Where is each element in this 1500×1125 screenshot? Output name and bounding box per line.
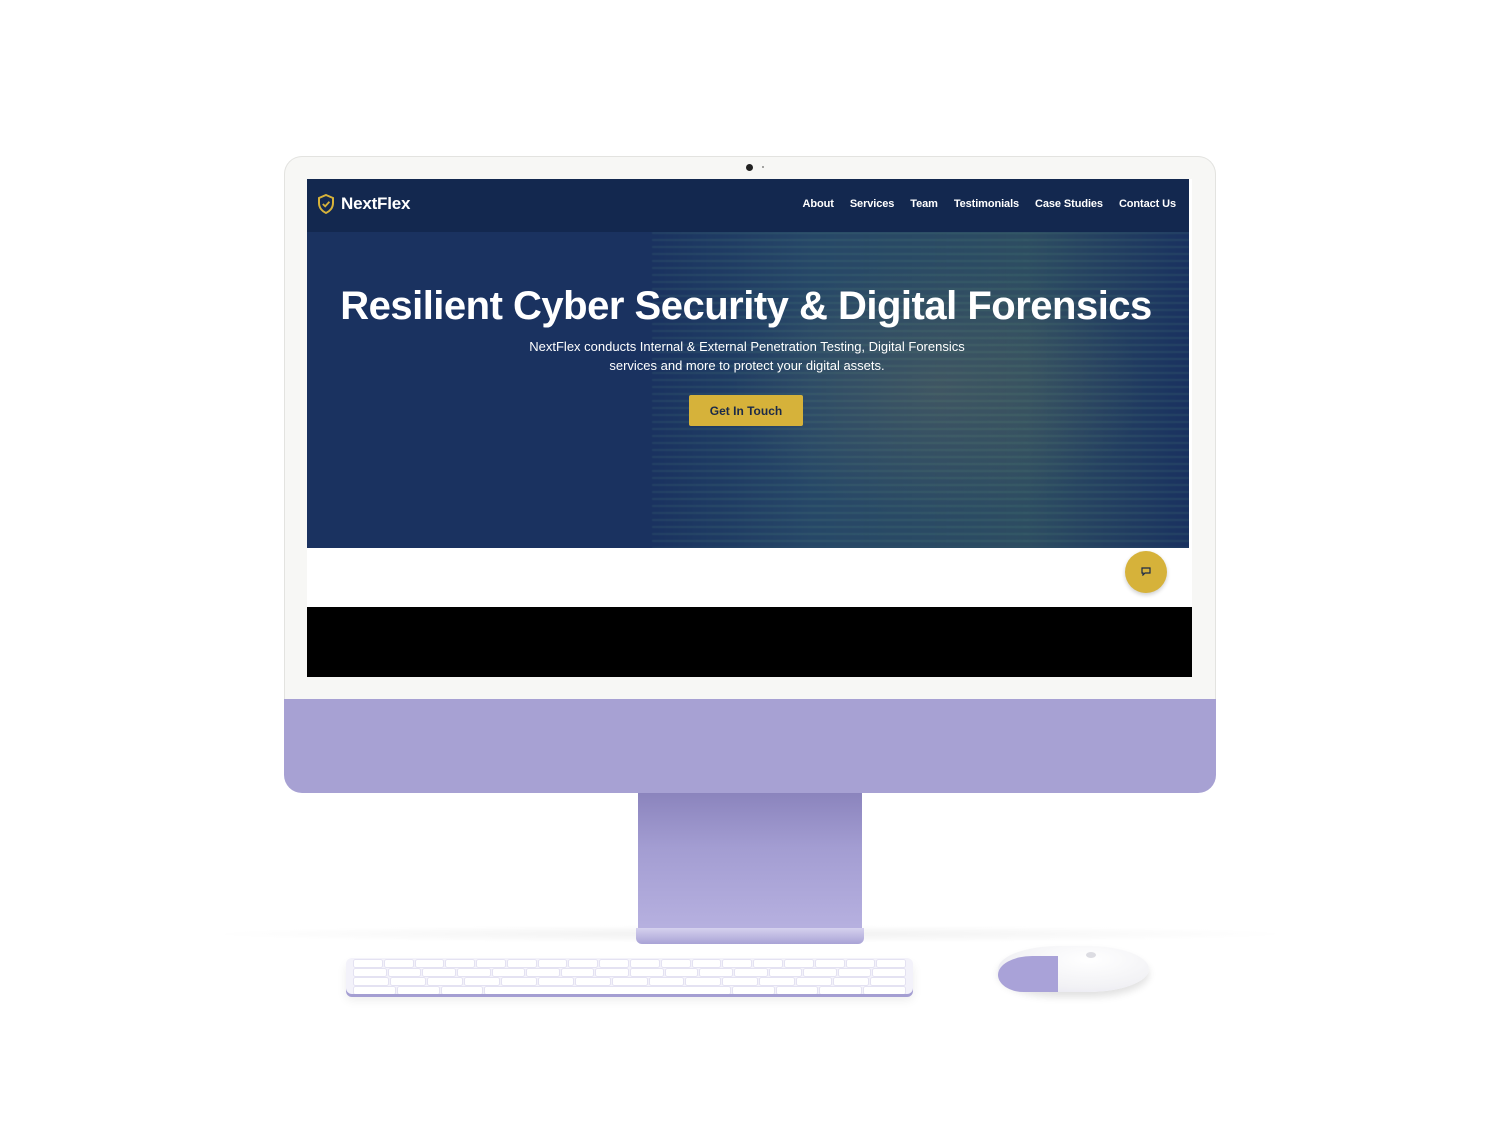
apple-logo-icon <box>1086 952 1096 958</box>
keyboard <box>346 958 913 994</box>
imac-chin <box>284 699 1216 793</box>
hero-subtitle-line2: services and more to protect your digita… <box>609 358 885 373</box>
imac-stand <box>638 793 862 931</box>
imac-stand-foot <box>636 928 864 944</box>
shield-check-icon <box>317 194 335 214</box>
nav-case-studies[interactable]: Case Studies <box>1035 198 1103 210</box>
chat-button[interactable] <box>1125 551 1167 593</box>
nav-team[interactable]: Team <box>910 198 938 210</box>
nav-links: About Services Team Testimonials Case St… <box>803 198 1177 210</box>
hero-title: Resilient Cyber Security & Digital Foren… <box>340 284 1152 328</box>
content-section <box>307 548 1192 607</box>
nav-about[interactable]: About <box>803 198 834 210</box>
screen: NextFlex About Services Team Testimonial… <box>307 179 1192 677</box>
hero-subtitle-line1: NextFlex conducts Internal & External Pe… <box>529 339 965 354</box>
nav-testimonials[interactable]: Testimonials <box>954 198 1019 210</box>
hero-section: NextFlex About Services Team Testimonial… <box>307 179 1189 548</box>
brand-name: NextFlex <box>341 194 411 213</box>
camera-indicator <box>762 166 764 168</box>
nav-contact-us[interactable]: Contact Us <box>1119 198 1176 210</box>
scrollbar-track <box>1189 179 1192 548</box>
logo[interactable]: NextFlex <box>317 194 410 214</box>
get-in-touch-button[interactable]: Get In Touch <box>689 395 803 426</box>
mouse-side <box>998 956 1058 992</box>
hero-subtitle: NextFlex conducts Internal & External Pe… <box>502 337 992 375</box>
nav-services[interactable]: Services <box>850 198 895 210</box>
lower-section <box>307 607 1192 677</box>
camera-icon <box>746 164 753 171</box>
chat-bubble-icon <box>1141 563 1151 581</box>
navbar: NextFlex About Services Team Testimonial… <box>307 179 1189 232</box>
